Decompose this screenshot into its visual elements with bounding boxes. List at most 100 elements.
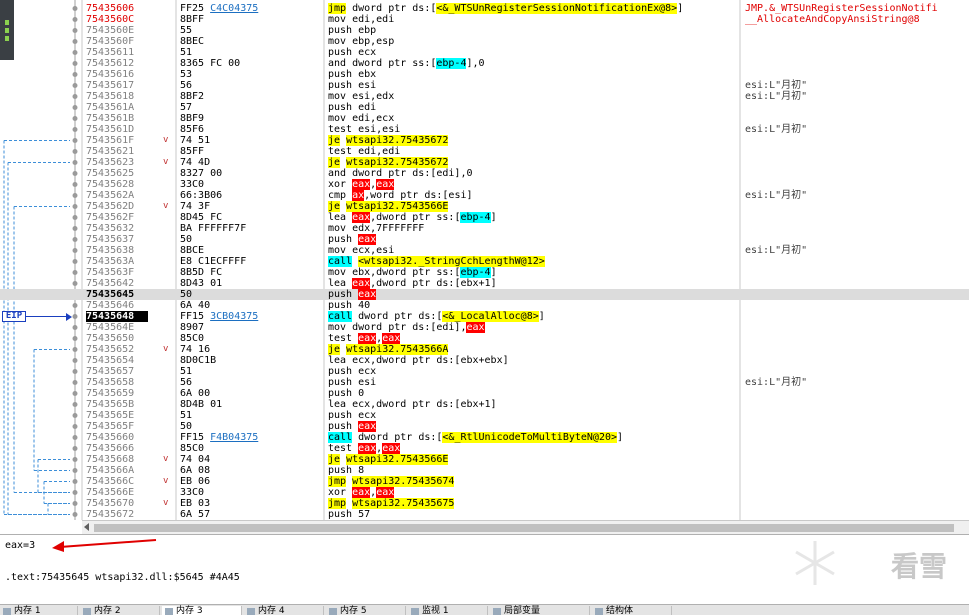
- disassembly-row[interactable]: 7543560E 55 push ebp: [0, 25, 969, 36]
- disassembly-cell[interactable]: je wtsapi32.75435672: [328, 135, 738, 146]
- disassembly-row[interactable]: 75435628 33C0 xor eax,eax: [0, 179, 969, 190]
- disassembly-cell[interactable]: push eax: [328, 421, 738, 432]
- disassembly-cell[interactable]: jmp dword ptr ds:[<&_WTSUnRegisterSessio…: [328, 3, 738, 14]
- disassembly-row[interactable]: 75435652 v 74 16 je wtsapi32.7543566A: [0, 344, 969, 355]
- disassembly-cell[interactable]: je wtsapi32.7543566E: [328, 454, 738, 465]
- disassembly-cell[interactable]: test eax,eax: [328, 333, 738, 344]
- disassembly-row[interactable]: 75435642 8D43 01 lea eax,dword ptr ds:[ebx…: [0, 278, 969, 289]
- disassembly-row[interactable]: 7543560F 8BEC mov ebp,esp: [0, 36, 969, 47]
- disassembly-row[interactable]: 75435660 FF15 F4B04375 call dword ptr ds:[…: [0, 432, 969, 443]
- disassembly-row[interactable]: 75435612 8365 FC 00 and dword ptr ss:[ebp-…: [0, 58, 969, 69]
- disassembly-row[interactable]: 75435672 6A 57 push 57: [0, 509, 969, 520]
- disassembly-cell[interactable]: mov edi,edi: [328, 14, 738, 25]
- disassembly-row[interactable]: 7543563A E8 C1ECFFFF call <wtsapi32._Strin…: [0, 256, 969, 267]
- disassembly-row[interactable]: 75435670 v EB 03 jmp wtsapi32.75435675: [0, 498, 969, 509]
- disassembly-row[interactable]: 75435650 85C0 test eax,eax: [0, 333, 969, 344]
- disassembly-cell[interactable]: mov dword ptr ds:[edi],eax: [328, 322, 738, 333]
- tab-7[interactable]: 局部变量: [490, 606, 590, 615]
- disassembly-row[interactable]: 7543562D v 74 3F je wtsapi32.7543566E: [0, 201, 969, 212]
- disassembly-cell[interactable]: lea ecx,dword ptr ds:[ebx+1]: [328, 399, 738, 410]
- disassembly-cell[interactable]: call <wtsapi32._StringCchLengthW@12>: [328, 256, 738, 267]
- disassembly-row[interactable]: 75435646 6A 40 push 40: [0, 300, 969, 311]
- disassembly-row[interactable]: 7543562F 8D45 FC lea eax,dword ptr ss:[ebp…: [0, 212, 969, 223]
- disassembly-row[interactable]: 75435666 85C0 test eax,eax: [0, 443, 969, 454]
- disassembly-row[interactable]: 75435648 FF15 3CB04375 call dword ptr ds:[…: [0, 311, 969, 322]
- disassembly-row[interactable]: 75435668 v 74 04 je wtsapi32.7543566E: [0, 454, 969, 465]
- disassembly-row[interactable]: 75435617 56 push esi esi:L"月初": [0, 80, 969, 91]
- disassembly-row[interactable]: 7543565F 50 push eax: [0, 421, 969, 432]
- disassembly-cell[interactable]: lea eax,dword ptr ss:[ebp-4]: [328, 212, 738, 223]
- disassembly-cell[interactable]: push 57: [328, 509, 738, 520]
- disassembly-row[interactable]: 7543565B 8D4B 01 lea ecx,dword ptr ds:[ebx…: [0, 399, 969, 410]
- disassembly-cell[interactable]: test edi,edi: [328, 146, 738, 157]
- disassembly-row[interactable]: 75435632 BA FFFFFF7F mov edx,7FFFFFFF: [0, 223, 969, 234]
- disassembly-cell[interactable]: xor eax,eax: [328, 179, 738, 190]
- disassembly-cell[interactable]: push ecx: [328, 410, 738, 421]
- disassembly-row[interactable]: 7543563F 8B5D FC mov ebx,dword ptr ss:[ebp…: [0, 267, 969, 278]
- disassembly-cell[interactable]: push ebx: [328, 69, 738, 80]
- disassembly-cell[interactable]: je wtsapi32.75435672: [328, 157, 738, 168]
- disassembly-cell[interactable]: cmp ax,word ptr ds:[esi]: [328, 190, 738, 201]
- disassembly-cell[interactable]: call dword ptr ds:[<&_LocalAlloc@8>]: [328, 311, 738, 322]
- disassembly-row[interactable]: 75435606 FF25 C4C04375 jmp dword ptr ds:[<…: [0, 3, 969, 14]
- horizontal-scrollbar[interactable]: [82, 520, 969, 534]
- disassembly-cell[interactable]: call dword ptr ds:[<&_RtlUnicodeToMultiB…: [328, 432, 738, 443]
- disassembly-cell[interactable]: push 8: [328, 465, 738, 476]
- disassembly-cell[interactable]: xor eax,eax: [328, 487, 738, 498]
- disassembly-cell[interactable]: mov esi,edx: [328, 91, 738, 102]
- disassembly-cell[interactable]: mov ebx,dword ptr ss:[ebp-4]: [328, 267, 738, 278]
- tab-4[interactable]: 内存 4: [244, 606, 324, 615]
- disassembly-cell[interactable]: push 0: [328, 388, 738, 399]
- disassembly-cell[interactable]: jmp wtsapi32.75435674: [328, 476, 738, 487]
- disassembly-row[interactable]: 7543565E 51 push ecx: [0, 410, 969, 421]
- disassembly-row[interactable]: 75435657 51 push ecx: [0, 366, 969, 377]
- disassembly-row[interactable]: 7543566E 33C0 xor eax,eax: [0, 487, 969, 498]
- disassembly-row[interactable]: 75435654 8D0C1B lea ecx,dword ptr ds:[ebx+…: [0, 355, 969, 366]
- disassembly-row[interactable]: 7543566C v EB 06 jmp wtsapi32.75435674: [0, 476, 969, 487]
- disassembly-cell[interactable]: test esi,esi: [328, 124, 738, 135]
- disassembly-cell[interactable]: mov edi,ecx: [328, 113, 738, 124]
- disassembly-cell[interactable]: push 40: [328, 300, 738, 311]
- disassembly-cell[interactable]: push edi: [328, 102, 738, 113]
- tab-1[interactable]: 内存 1: [0, 606, 78, 615]
- disassembly-cell[interactable]: lea ecx,dword ptr ds:[ebx+ebx]: [328, 355, 738, 366]
- disassembly-cell[interactable]: jmp wtsapi32.75435675: [328, 498, 738, 509]
- disassembly-pane[interactable]: 75435606 FF25 C4C04375 jmp dword ptr ds:[<…: [0, 0, 969, 520]
- scroll-left-icon[interactable]: [84, 523, 89, 531]
- disassembly-row[interactable]: 7543561D 85F6 test esi,esi esi:L"月初": [0, 124, 969, 135]
- tab-3[interactable]: 内存 3: [162, 606, 242, 615]
- disassembly-cell[interactable]: push eax: [328, 234, 738, 245]
- disassembly-cell[interactable]: push esi: [328, 377, 738, 388]
- disassembly-row[interactable]: 75435618 8BF2 mov esi,edx esi:L"月初": [0, 91, 969, 102]
- disassembly-row[interactable]: 75435625 8327 00 and dword ptr ds:[edi],0: [0, 168, 969, 179]
- disassembly-row[interactable]: 7543560C 8BFF mov edi,edi __AllocateAndCopy…: [0, 14, 969, 25]
- tab-5[interactable]: 内存 5: [326, 606, 406, 615]
- disassembly-row[interactable]: 75435616 53 push ebx: [0, 69, 969, 80]
- disassembly-row[interactable]: 75435621 85FF test edi,edi: [0, 146, 969, 157]
- disassembly-cell[interactable]: mov ecx,esi: [328, 245, 738, 256]
- disassembly-row[interactable]: 75435645 50 push eax: [0, 289, 969, 300]
- disassembly-row[interactable]: 7543564E 8907 mov dword ptr ds:[edi],eax: [0, 322, 969, 333]
- disassembly-row[interactable]: 75435658 56 push esi esi:L"月初": [0, 377, 969, 388]
- scrollbar-thumb[interactable]: [94, 524, 954, 532]
- disassembly-row[interactable]: 7543561A 57 push edi: [0, 102, 969, 113]
- disassembly-cell[interactable]: push ebp: [328, 25, 738, 36]
- disassembly-cell[interactable]: je wtsapi32.7543566E: [328, 201, 738, 212]
- tab-2[interactable]: 内存 2: [80, 606, 160, 615]
- disassembly-cell[interactable]: lea eax,dword ptr ds:[ebx+1]: [328, 278, 738, 289]
- disassembly-cell[interactable]: and dword ptr ss:[ebp-4],0: [328, 58, 738, 69]
- disassembly-row[interactable]: 7543561B 8BF9 mov edi,ecx: [0, 113, 969, 124]
- disassembly-cell[interactable]: mov edx,7FFFFFFF: [328, 223, 738, 234]
- disassembly-cell[interactable]: mov ebp,esp: [328, 36, 738, 47]
- disassembly-cell[interactable]: je wtsapi32.7543566A: [328, 344, 738, 355]
- disassembly-row[interactable]: 75435611 51 push ecx: [0, 47, 969, 58]
- disassembly-row[interactable]: 75435623 v 74 4D je wtsapi32.75435672: [0, 157, 969, 168]
- disassembly-cell[interactable]: push eax: [328, 289, 738, 300]
- disassembly-row[interactable]: 7543562A 66:3B06 cmp ax,word ptr ds:[esi] e…: [0, 190, 969, 201]
- disassembly-cell[interactable]: test eax,eax: [328, 443, 738, 454]
- disassembly-row[interactable]: 75435638 8BCE mov ecx,esi esi:L"月初": [0, 245, 969, 256]
- tab-6[interactable]: 监视 1: [408, 606, 488, 615]
- disassembly-cell[interactable]: and dword ptr ds:[edi],0: [328, 168, 738, 179]
- disassembly-row[interactable]: 75435637 50 push eax: [0, 234, 969, 245]
- disassembly-row[interactable]: 75435659 6A 00 push 0: [0, 388, 969, 399]
